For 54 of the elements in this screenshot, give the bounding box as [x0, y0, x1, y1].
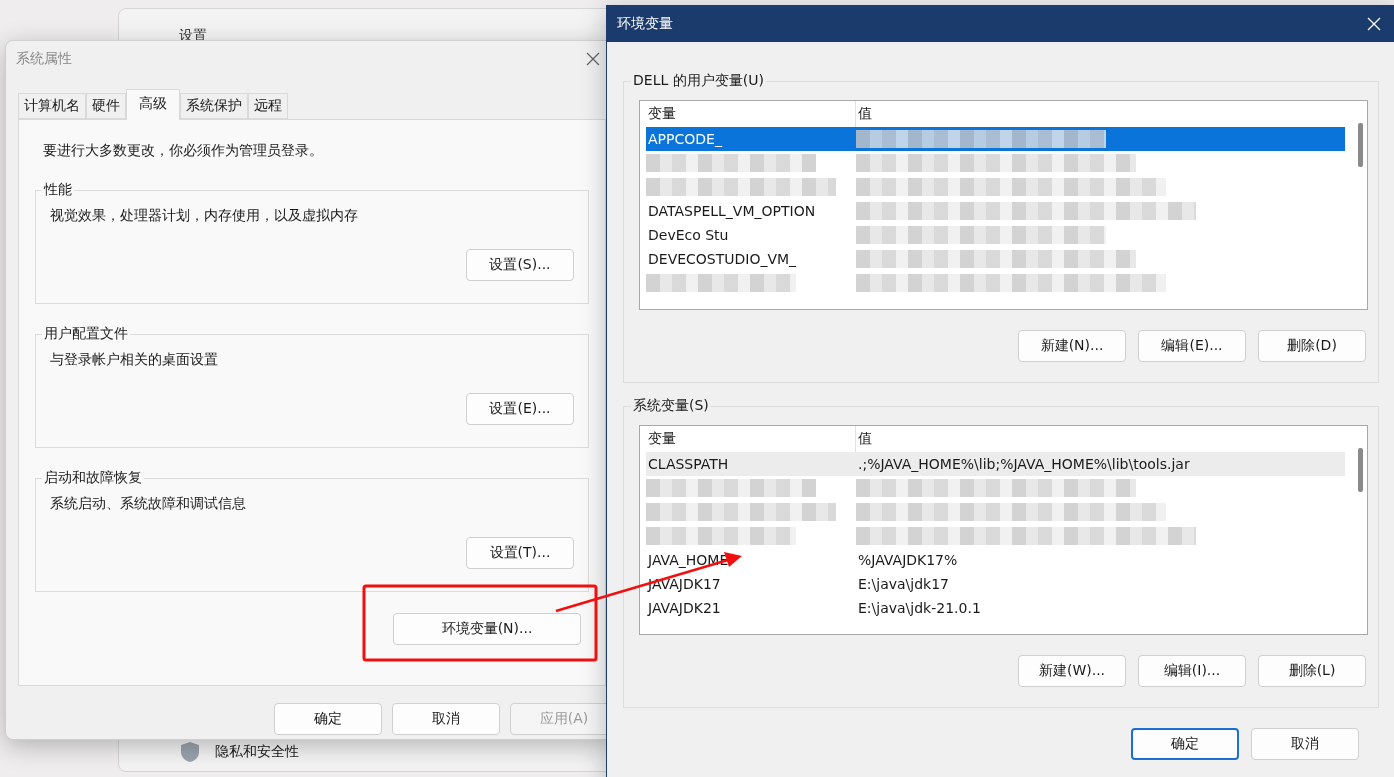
list-row[interactable]: APPCODE_ — [646, 127, 1345, 151]
window-title: 系统属性 — [16, 50, 72, 68]
variable-value: E:\java\jdk17 — [857, 576, 951, 592]
group-title: 用户配置文件 — [43, 325, 129, 343]
variable-name: DEVECOSTUDIO_VM_ — [647, 251, 798, 267]
list-button[interactable]: 删除(L) — [1258, 655, 1366, 687]
variable-name: DevEco Stu — [647, 227, 730, 243]
list-row[interactable]: JAVAJDK17 E:\java\jdk17 — [646, 572, 1345, 596]
list-button[interactable]: 编辑(E)... — [1138, 330, 1246, 362]
variable-name: CLASSPATH — [647, 456, 730, 472]
group-title: DELL 的用户变量(U) — [632, 72, 765, 90]
scrollbar-thumb[interactable] — [1358, 448, 1363, 492]
column-header[interactable]: 值 — [856, 101, 1345, 127]
tab[interactable]: 计算机名 — [18, 93, 86, 119]
list-button[interactable]: 编辑(I)... — [1138, 655, 1246, 687]
tab[interactable]: 远程 — [248, 93, 288, 119]
dialog-button[interactable]: 取消 — [1251, 728, 1359, 760]
list-button[interactable]: 新建(N)... — [1018, 330, 1126, 362]
list-row[interactable]: DevEco Stu — [646, 223, 1345, 247]
variable-name: APPCODE_ — [647, 131, 723, 147]
group-description: 与登录帐户相关的桌面设置 — [50, 351, 219, 369]
group-description: 视觉效果，处理器计划，内存使用，以及虚拟内存 — [50, 207, 359, 225]
tab[interactable]: 系统保护 — [180, 93, 248, 119]
variable-value: E:\java\jdk-21.0.1 — [857, 600, 982, 616]
variable-name: JAVAJDK21 — [646, 600, 722, 616]
settings-button[interactable]: 设置(S)... — [466, 249, 574, 281]
settings-button[interactable]: 设置(T)... — [466, 537, 574, 569]
admin-note: 要进行大多数更改，你必须作为管理员登录。 — [43, 142, 324, 160]
shield-icon — [179, 741, 201, 763]
settings-button[interactable]: 设置(E)... — [466, 393, 574, 425]
settings-nav-item[interactable]: 隐私和安全性 — [215, 743, 299, 761]
environment-variables-button[interactable]: 环境变量(N)... — [393, 613, 581, 645]
variable-name: DATASPELL_VM_OPTION — [647, 203, 817, 219]
list-row[interactable]: DATASPELL_VM_OPTION — [646, 199, 1345, 223]
scrollbar-thumb[interactable] — [1358, 123, 1363, 167]
variable-name: JAVAJDK17 — [646, 576, 722, 592]
group-description: 系统启动、系统故障和调试信息 — [50, 495, 247, 513]
list-button[interactable]: 删除(D) — [1258, 330, 1366, 362]
tab[interactable]: 硬件 — [86, 93, 126, 119]
tab[interactable]: 高级 — [126, 89, 180, 120]
variable-value: .;%JAVA_HOME%\lib;%JAVA_HOME%\lib\tools.jar — [857, 456, 1191, 472]
variable-value: %JAVAJDK17% — [857, 552, 959, 568]
dialog-button[interactable]: 确定 — [1131, 728, 1239, 760]
column-header[interactable]: 值 — [856, 426, 1345, 452]
window-title: 环境变量 — [617, 15, 673, 33]
list-row[interactable]: CLASSPATH .;%JAVA_HOME%\lib;%JAVA_HOME%\lib\tools.jar — [646, 452, 1345, 476]
dialog-button[interactable]: 确定 — [274, 703, 382, 735]
list-row[interactable]: JAVAJDK21 E:\java\jdk-21.0.1 — [646, 596, 1345, 620]
list-row[interactable]: DEVECOSTUDIO_VM_ — [646, 247, 1345, 271]
group-title: 系统变量(S) — [632, 397, 710, 415]
dialog-button[interactable]: 取消 — [392, 703, 500, 735]
group-title: 性能 — [42, 181, 73, 199]
group-title: 启动和故障恢复 — [43, 469, 143, 487]
list-button[interactable]: 新建(W)... — [1018, 655, 1126, 687]
